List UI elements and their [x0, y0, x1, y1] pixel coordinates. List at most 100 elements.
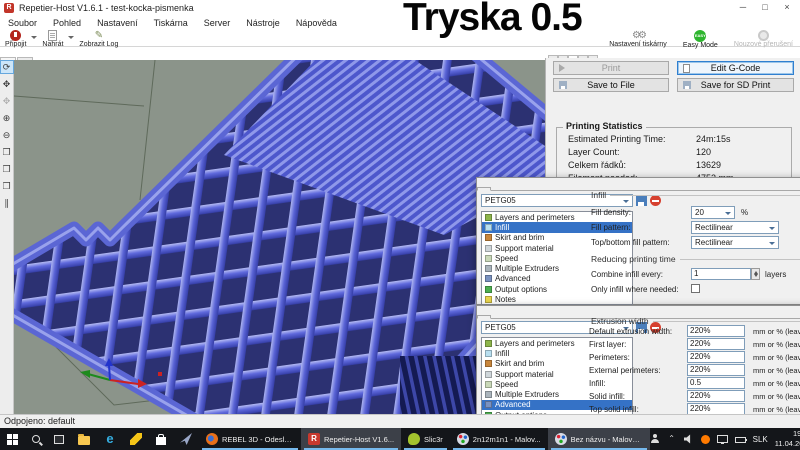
fill-density-combo[interactable]: 20	[691, 206, 735, 219]
viewport: ⟳ ✥ ✥ ⊕ ⊖ ❒ ❒ ❒ ∥	[0, 60, 545, 414]
show-log-button[interactable]: ✎ Zobrazit Log	[76, 30, 121, 48]
move-object-button[interactable]: ✥	[1, 95, 13, 107]
top-bottom-pattern-combo[interactable]: Rectilinear	[691, 236, 779, 249]
category-icon	[485, 224, 492, 231]
settings-tab[interactable]	[491, 316, 503, 318]
people-icon[interactable]	[650, 434, 660, 444]
taskbar-app[interactable]	[123, 428, 149, 450]
builder-icon	[180, 433, 192, 445]
settings-tab[interactable]	[477, 315, 491, 319]
taskbar-app[interactable]	[149, 428, 173, 450]
extrusion-width-group-label: Extrusion width	[591, 316, 649, 326]
settings-nav-item[interactable]: Notes	[482, 294, 632, 304]
gears-icon: ⚙⚙	[632, 30, 644, 41]
minimize-button[interactable]: ─	[732, 0, 754, 15]
taskbar-app[interactable]	[97, 428, 123, 450]
taskbar-app[interactable]	[71, 428, 97, 450]
settings-nav-item[interactable]: Speed	[482, 379, 632, 389]
play-icon	[559, 64, 565, 72]
save-for-sd-button[interactable]: Save for SD Print	[677, 78, 794, 92]
taskbar-app[interactable]	[173, 428, 199, 450]
settings-tab[interactable]	[491, 188, 503, 190]
slic3r-icon	[408, 433, 420, 445]
taskbar-app[interactable]: Bez názvu - Malová...	[548, 428, 650, 450]
taskbar-app[interactable]: REBEL 3D - Odeslat...	[199, 428, 301, 450]
extrusion-width-input[interactable]: 0.5	[687, 377, 745, 389]
load-button[interactable]: Nahrát	[39, 30, 66, 48]
load-dropdown-caret[interactable]	[68, 36, 74, 39]
rotate-view-button[interactable]: ⟳	[1, 61, 13, 73]
zoom-out-button[interactable]: ⊖	[1, 129, 13, 141]
combine-infill-input[interactable]: 1	[691, 268, 751, 280]
taskbar-app[interactable]: Repetier-Host V1.6...	[301, 428, 401, 450]
category-icon	[485, 214, 492, 221]
volume-icon[interactable]	[684, 434, 694, 444]
3d-scene[interactable]	[14, 60, 545, 414]
battery-icon[interactable]	[735, 437, 746, 443]
settings-tab[interactable]	[477, 187, 491, 191]
menu-item[interactable]: Tiskárna	[146, 18, 196, 28]
taskbar-app[interactable]: 2n12m1n1 - Malov...	[450, 428, 548, 450]
save-preset-icon[interactable]	[636, 195, 647, 206]
easy-mode-button[interactable]: EASY Easy Mode	[680, 30, 721, 49]
settings-tab[interactable]	[503, 316, 515, 318]
extrusion-width-input[interactable]: 220%	[687, 325, 745, 337]
category-icon	[485, 391, 492, 398]
connect-dropdown-caret[interactable]	[31, 36, 37, 39]
category-icon	[485, 296, 492, 303]
extrusion-width-input[interactable]: 220%	[687, 364, 745, 376]
taskbar-app[interactable]: Slic3r	[401, 428, 450, 450]
stat-row: Celkem řádků:13629	[568, 160, 788, 170]
category-icon	[485, 401, 492, 408]
clock[interactable]: 19:57 11.04.2018	[775, 429, 800, 449]
front-view-button[interactable]: ❒	[1, 163, 13, 175]
delete-preset-icon[interactable]	[650, 195, 661, 206]
combine-infill-spinner[interactable]	[751, 268, 760, 280]
taskbar-app[interactable]	[0, 428, 25, 450]
menu-item[interactable]: Soubor	[0, 18, 45, 28]
load-file-icon	[48, 30, 57, 41]
taskbar-app[interactable]	[47, 428, 71, 450]
extrusion-width-input[interactable]: 220%	[687, 390, 745, 402]
tray-expand-icon[interactable]	[667, 434, 677, 444]
only-infill-checkbox[interactable]	[691, 284, 700, 293]
parallel-projection-button[interactable]: ∥	[1, 197, 13, 209]
taskbar: REBEL 3D - Odeslat... Repetier-Host V1.6…	[0, 428, 800, 450]
menu-item[interactable]: Nastavení	[89, 18, 146, 28]
iso-view-button[interactable]: ❒	[1, 146, 13, 158]
maximize-button[interactable]: □	[754, 0, 776, 15]
extrusion-width-input[interactable]: 220%	[687, 338, 745, 350]
emergency-stop-button[interactable]: Nouzové přerušení	[731, 30, 796, 49]
fill-pattern-combo[interactable]: Rectilinear	[691, 221, 779, 234]
category-icon	[485, 360, 492, 367]
top-view-button[interactable]: ❒	[1, 180, 13, 192]
window-title: Repetier-Host V1.6.1 - test-kocka-pismen…	[19, 0, 194, 16]
view-toolbar: ⟳ ✥ ✥ ⊕ ⊖ ❒ ❒ ❒ ∥	[0, 60, 14, 414]
taskbar-app[interactable]	[25, 428, 47, 450]
category-icon	[485, 234, 492, 241]
store-icon	[156, 437, 166, 445]
pencil-icon: ✎	[95, 30, 103, 41]
antivirus-icon[interactable]	[701, 435, 710, 444]
menu-item[interactable]: Pohled	[45, 18, 89, 28]
slicer-settings-window-infill: PETG05 Layers and perimeters Infill Skir…	[476, 177, 800, 305]
category-icon	[485, 381, 492, 388]
save-to-file-button[interactable]: Save to File	[553, 78, 669, 92]
zoom-in-button[interactable]: ⊕	[1, 112, 13, 124]
menu-item[interactable]: Server	[196, 18, 239, 28]
print-button[interactable]: Print	[553, 61, 669, 75]
edge-icon	[104, 433, 116, 445]
close-button[interactable]: ×	[776, 0, 798, 15]
move-view-button[interactable]: ✥	[1, 78, 13, 90]
search-icon	[32, 435, 40, 443]
category-icon	[485, 245, 492, 252]
edit-gcode-button[interactable]: Edit G-Code	[677, 61, 794, 75]
extrusion-width-input[interactable]: 220%	[687, 351, 745, 363]
language-indicator[interactable]: SLK	[753, 435, 768, 444]
printer-settings-button[interactable]: ⚙⚙ Nastavení tiskárny	[606, 30, 670, 49]
system-tray: SLK 19:57 11.04.2018 1	[650, 428, 800, 450]
settings-tab[interactable]	[503, 188, 515, 190]
menu-item[interactable]: Nápověda	[288, 18, 345, 28]
menu-item[interactable]: Nástroje	[238, 18, 288, 28]
display-icon[interactable]	[717, 435, 728, 443]
